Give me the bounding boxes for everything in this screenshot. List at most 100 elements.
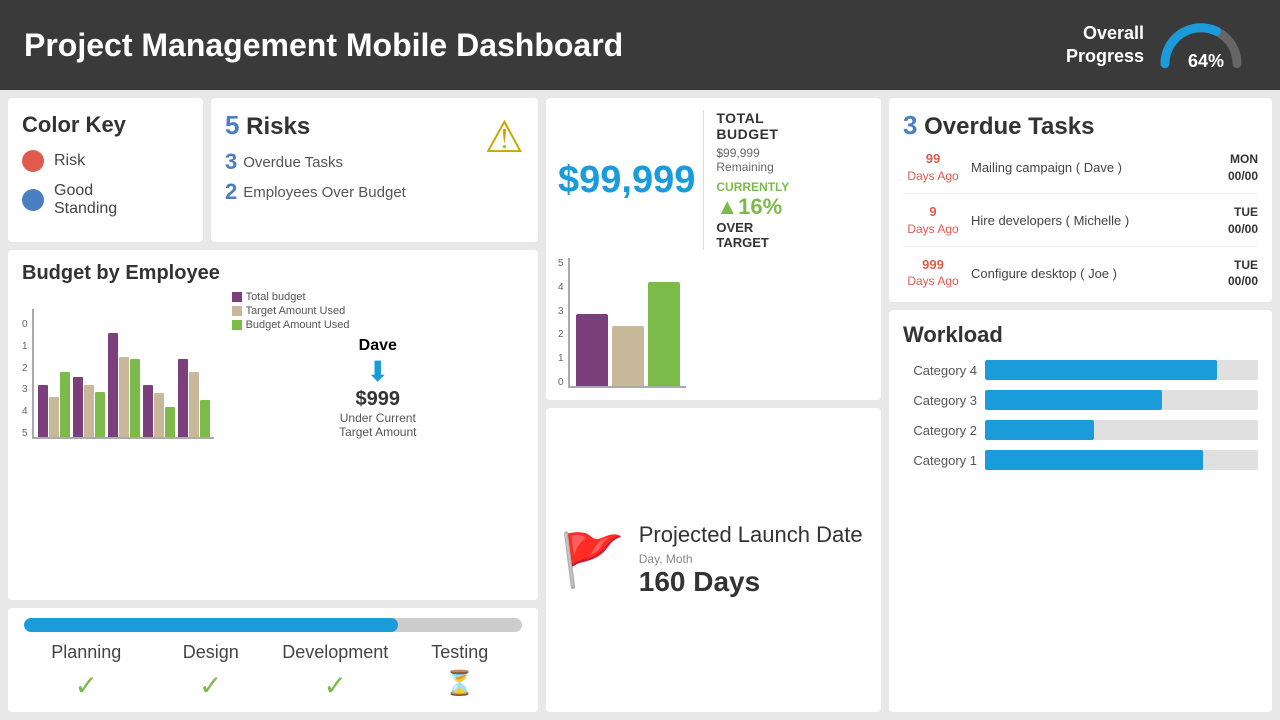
overdue-tasks-label: Overdue Tasks bbox=[924, 113, 1094, 140]
workload-cat1-fill bbox=[985, 450, 1203, 470]
good-key-item: GoodStanding bbox=[22, 182, 189, 218]
task-2-date: TUE00/00 bbox=[1228, 204, 1258, 238]
risk-dot bbox=[22, 150, 44, 172]
bar-group-5 bbox=[178, 359, 210, 437]
left-column: Color Key Risk GoodStanding 5 Risks 3 bbox=[8, 98, 538, 712]
legend-budget: Budget Amount Used bbox=[232, 319, 524, 331]
bar-purple-3 bbox=[108, 333, 118, 437]
right-column: 3 Overdue Tasks 99Days Ago Mailing campa… bbox=[889, 98, 1272, 712]
workload-cat1-label: Category 1 bbox=[903, 453, 977, 468]
bar-tan-1 bbox=[49, 397, 59, 437]
gauge-value: 64% bbox=[1188, 51, 1224, 72]
legend-dot-tan bbox=[232, 306, 242, 316]
legend-target: Target Amount Used bbox=[232, 305, 524, 317]
overdue-tasks-card: 3 Overdue Tasks 99Days Ago Mailing campa… bbox=[889, 98, 1272, 302]
stage-planning: Planning ✓ bbox=[24, 642, 149, 702]
stage-development: Development ✓ bbox=[273, 642, 398, 702]
legend-budget-label: Budget Amount Used bbox=[246, 319, 350, 331]
launch-days: 160 Days bbox=[639, 566, 863, 598]
legend-total: Total budget bbox=[232, 291, 524, 303]
task-row-3: 999Days Ago Configure desktop ( Joe ) TU… bbox=[903, 257, 1258, 291]
overall-progress-container: OverallProgress 64% bbox=[1066, 16, 1256, 74]
bar-purple-1 bbox=[38, 385, 48, 437]
bar-chart bbox=[32, 309, 214, 439]
budget-title: Budget by Employee bbox=[22, 262, 524, 285]
progress-bar bbox=[24, 618, 522, 632]
bar-green-3 bbox=[130, 359, 140, 437]
task-1-days: 99Days Ago bbox=[903, 151, 963, 185]
task-2-days: 9Days Ago bbox=[903, 204, 963, 238]
workload-cat2: Category 2 bbox=[903, 420, 1258, 440]
legend-area: Total budget Target Amount Used Budget A… bbox=[222, 291, 524, 439]
color-key-card: Color Key Risk GoodStanding bbox=[8, 98, 203, 242]
workload-cat4-bar bbox=[985, 360, 1258, 380]
legend-total-label: Total budget bbox=[246, 291, 306, 303]
currently-label: CURRENTLY bbox=[716, 180, 789, 194]
bar-tan-3 bbox=[119, 357, 129, 437]
budget-stats-top: $99,999 TOTALBUDGET $99,999Remaining CUR… bbox=[558, 110, 869, 250]
bar-group-3 bbox=[108, 333, 140, 437]
task-3-days: 999Days Ago bbox=[903, 257, 963, 291]
budget-chart-area: 5 4 3 2 1 0 bbox=[22, 291, 214, 439]
bar-green-1 bbox=[60, 372, 70, 437]
workload-card: Workload Category 4 Category 3 Category … bbox=[889, 310, 1272, 712]
bar-tan-5 bbox=[189, 372, 199, 437]
mini-bar-purple bbox=[576, 314, 608, 386]
stage-design: Design ✓ bbox=[149, 642, 274, 702]
bar-tan-4 bbox=[154, 393, 164, 437]
workload-title: Workload bbox=[903, 322, 1258, 348]
dave-amount: $999 bbox=[232, 388, 524, 411]
budget-content: 5 4 3 2 1 0 bbox=[22, 291, 524, 439]
mini-bar-green bbox=[648, 282, 680, 386]
y-labels: 5 4 3 2 1 0 bbox=[22, 319, 30, 439]
dave-sub: Under CurrentTarget Amount bbox=[232, 411, 524, 439]
launch-date-card: 🚩 Projected Launch Date Day, Moth 160 Da… bbox=[546, 408, 881, 712]
down-arrow-icon: ⬇ bbox=[232, 355, 524, 388]
workload-cat4-fill bbox=[985, 360, 1217, 380]
task-1-date: MON00/00 bbox=[1228, 151, 1258, 185]
budget-big-amount: $99,999 bbox=[558, 159, 695, 202]
total-budget-value: $99,999 bbox=[558, 159, 695, 201]
stages-row: Planning ✓ Design ✓ Development ✓ Testin… bbox=[24, 642, 522, 702]
progress-stages-card: Planning ✓ Design ✓ Development ✓ Testin… bbox=[8, 608, 538, 712]
stage-design-label: Design bbox=[149, 642, 274, 663]
over-budget-label: Employees Over Budget bbox=[243, 184, 406, 201]
page-title: Project Management Mobile Dashboard bbox=[24, 27, 623, 64]
bar-green-4 bbox=[165, 407, 175, 437]
over-target-section: CURRENTLY ▲16% OVERTARGET bbox=[716, 180, 789, 250]
risk-label: Risk bbox=[54, 152, 85, 170]
legend: Total budget Target Amount Used Budget A… bbox=[232, 291, 524, 331]
risks-title: 5 Risks bbox=[225, 110, 524, 141]
development-check-icon: ✓ bbox=[273, 669, 398, 702]
bar-purple-4 bbox=[143, 385, 153, 437]
dave-section: Dave ⬇ $999 Under CurrentTarget Amount bbox=[232, 337, 524, 439]
overdue-label: Overdue Tasks bbox=[243, 154, 343, 171]
task-row-2: 9Days Ago Hire developers ( Michelle ) T… bbox=[903, 204, 1258, 247]
legend-target-label: Target Amount Used bbox=[246, 305, 346, 317]
stage-testing-label: Testing bbox=[398, 642, 523, 663]
over-budget-row: 2 Employees Over Budget bbox=[225, 179, 524, 205]
workload-cat2-bar bbox=[985, 420, 1258, 440]
overdue-row: 3 Overdue Tasks bbox=[225, 149, 524, 175]
mini-bar-chart bbox=[568, 258, 686, 388]
mini-bar-tan bbox=[612, 326, 644, 386]
risk-key-item: Risk bbox=[22, 150, 189, 172]
total-budget-label: TOTALBUDGET bbox=[716, 110, 789, 142]
workload-cat3-fill bbox=[985, 390, 1162, 410]
task-row-1: 99Days Ago Mailing campaign ( Dave ) MON… bbox=[903, 151, 1258, 194]
overall-progress-label: OverallProgress bbox=[1066, 22, 1144, 69]
task-3-date: TUE00/00 bbox=[1228, 257, 1258, 291]
warning-icon: ⚠ bbox=[485, 112, 524, 163]
bar-tan-2 bbox=[84, 385, 94, 437]
stage-testing: Testing ⏳ bbox=[398, 642, 523, 702]
risks-label: Risks bbox=[246, 113, 310, 140]
progress-bar-fill bbox=[24, 618, 398, 632]
workload-cat1: Category 1 bbox=[903, 450, 1258, 470]
workload-cat2-label: Category 2 bbox=[903, 423, 977, 438]
color-key-title: Color Key bbox=[22, 112, 189, 138]
task-1-desc: Mailing campaign ( Dave ) bbox=[971, 160, 1220, 175]
top-row: Color Key Risk GoodStanding 5 Risks 3 bbox=[8, 98, 538, 242]
planning-check-icon: ✓ bbox=[24, 669, 149, 702]
bar-group-4 bbox=[143, 385, 175, 437]
over-budget-count: 2 bbox=[225, 179, 237, 205]
